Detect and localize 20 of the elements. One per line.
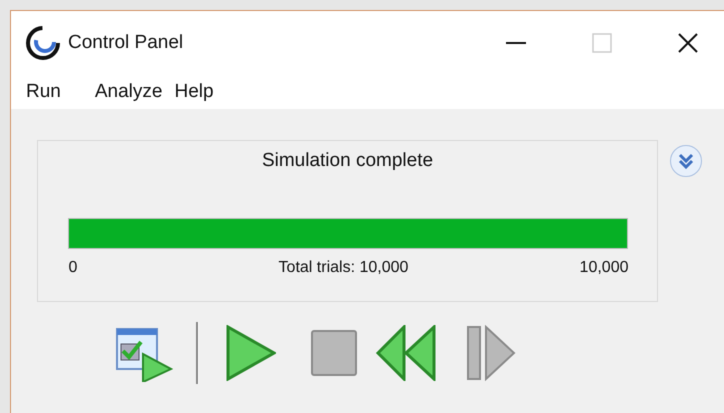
rewind-button[interactable]: [375, 323, 437, 383]
status-title: Simulation complete: [262, 149, 434, 173]
maximize-icon: [592, 33, 612, 53]
window-title: Control Panel: [68, 30, 184, 55]
step-icon: [466, 325, 516, 381]
menu-item[interactable]: Analyze: [92, 78, 164, 106]
minimize-icon: [506, 42, 526, 44]
rewind-icon: [376, 325, 436, 381]
stop-icon: [311, 330, 357, 376]
progress-caption: Total trials: 10,000: [278, 258, 408, 278]
close-icon: [678, 33, 698, 53]
menu-item[interactable]: Run: [24, 78, 63, 106]
double-chevron-down-icon: [677, 152, 695, 170]
play-icon: [226, 325, 276, 381]
app-logo-icon: [26, 26, 60, 60]
progress-min-label: 0: [68, 258, 78, 278]
progress-max-label: 10,000: [580, 258, 628, 278]
menu-item[interactable]: Help: [172, 78, 216, 106]
expand-button[interactable]: [670, 145, 702, 177]
toolbar-separator: [196, 322, 199, 384]
